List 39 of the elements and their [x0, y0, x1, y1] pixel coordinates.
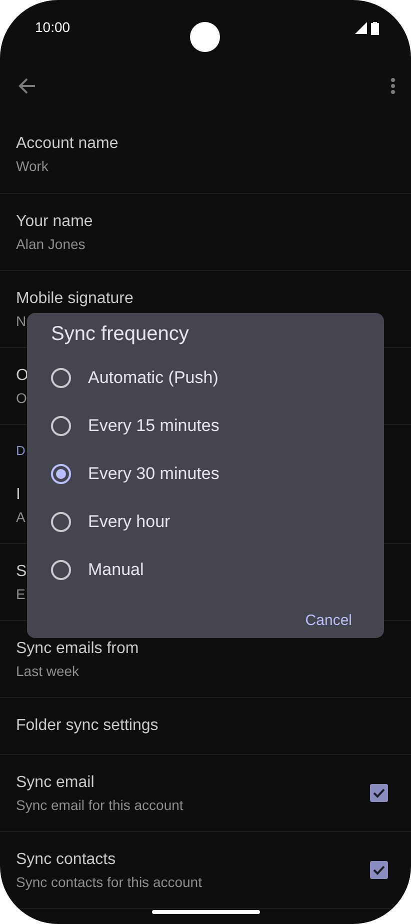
- setting-title: Your name: [16, 212, 93, 230]
- setting-title: Sync email: [16, 774, 94, 792]
- radio-button[interactable]: [51, 512, 71, 532]
- camera-cutout: [190, 22, 220, 52]
- section-header: D: [16, 442, 26, 458]
- setting-summary: E: [16, 586, 26, 602]
- radio-button[interactable]: [51, 560, 71, 580]
- option-label[interactable]: Every 15 minutes: [88, 416, 220, 436]
- setting-summary: Work: [16, 158, 48, 174]
- setting-title: Sync contacts: [16, 850, 116, 868]
- setting-summary: Sync contacts for this account: [16, 874, 202, 890]
- setting-summary: O: [16, 390, 27, 406]
- setting-summary: A: [16, 508, 26, 524]
- setting-summary: Sync email for this account: [16, 796, 184, 812]
- option-label[interactable]: Manual: [88, 560, 144, 580]
- signal-icon: [355, 22, 367, 34]
- setting-title: Mobile signature: [16, 290, 134, 308]
- setting-summary: Last week: [16, 662, 80, 678]
- option-label[interactable]: Every hour: [88, 512, 170, 532]
- option-label[interactable]: Automatic (Push): [88, 368, 218, 388]
- dialog-title: Sync frequency: [51, 323, 190, 346]
- battery-icon: [371, 22, 379, 34]
- setting-title: Account name: [16, 135, 118, 153]
- checkbox[interactable]: [370, 784, 388, 802]
- checkbox[interactable]: [370, 861, 388, 879]
- radio-button[interactable]: [51, 368, 71, 388]
- cancel-button[interactable]: Cancel: [289, 604, 368, 637]
- setting-summary: N: [16, 312, 26, 328]
- setting-title: Sync emails from: [16, 640, 139, 658]
- more-icon[interactable]: [391, 78, 395, 94]
- back-icon[interactable]: [17, 76, 37, 96]
- setting-title: S: [16, 562, 27, 580]
- status-time: 10:00: [35, 19, 70, 35]
- option-label[interactable]: Every 30 minutes: [88, 464, 220, 484]
- setting-title: I: [16, 486, 20, 504]
- setting-summary: Alan Jones: [16, 236, 86, 252]
- radio-button[interactable]: [51, 464, 71, 484]
- radio-button[interactable]: [51, 416, 71, 436]
- setting-title[interactable]: Folder sync settings: [16, 717, 158, 735]
